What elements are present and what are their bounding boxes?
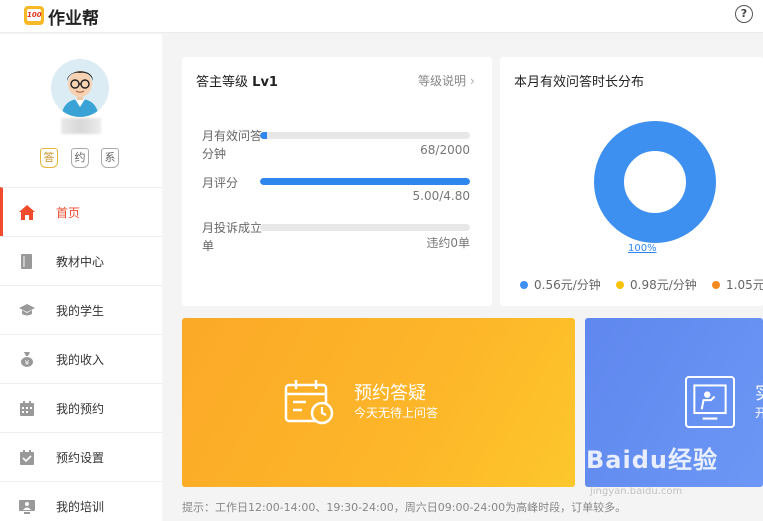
calendar-icon bbox=[20, 401, 34, 416]
level-explanation-link[interactable]: 等级说明 › bbox=[418, 72, 475, 89]
stat-rating-bar-fill bbox=[260, 178, 470, 185]
chevron-right-icon: › bbox=[470, 74, 475, 88]
graduation-cap-icon bbox=[19, 304, 35, 316]
system-badge[interactable]: 系 bbox=[101, 148, 119, 168]
sidebar-item-label: 预约设置 bbox=[56, 451, 105, 465]
book-icon bbox=[21, 254, 32, 269]
sidebar-item-appointment-settings[interactable]: 预约设置 bbox=[0, 432, 162, 481]
appointment-banner-title: 预约答疑 bbox=[354, 383, 426, 404]
appointment-banner-subtitle: 今天无待上问答 bbox=[354, 406, 439, 420]
level-title-text: 答主等级 bbox=[196, 75, 249, 90]
stat-rating-label: 月评分 bbox=[202, 176, 239, 190]
sidebar-item-training[interactable]: 我的培训 bbox=[0, 481, 162, 521]
legend-label: 0.98元/分钟 bbox=[630, 278, 697, 292]
stat-minutes-label: 月有效问答分钟 bbox=[202, 129, 263, 161]
avatar[interactable] bbox=[51, 59, 109, 117]
donut-percent-label: 100% bbox=[628, 243, 657, 254]
logo-text: 100 bbox=[27, 9, 42, 21]
appointment-banner[interactable]: 预约答疑 今天无待上问答 bbox=[182, 318, 575, 487]
app-title: 作业帮 bbox=[48, 9, 99, 29]
level-explanation-text: 等级说明 bbox=[418, 74, 467, 88]
appointment-badge[interactable]: 约 bbox=[71, 148, 89, 168]
role-badges: 答 约 系 bbox=[40, 148, 122, 170]
money-bag-icon: ¥ bbox=[21, 352, 33, 367]
live-class-banner-title: 实 bbox=[755, 379, 763, 405]
legend-label: 0.56元/分钟 bbox=[534, 278, 601, 292]
legend-item: 0.56元/分钟 bbox=[520, 276, 601, 293]
baidu-watermark-url: jingyan.baidu.com bbox=[590, 486, 683, 497]
avatar-illustration bbox=[51, 59, 109, 117]
legend-dot-icon bbox=[520, 281, 528, 289]
distribution-card: 本月有效问答时长分布 100% 0.56元/分钟 0.98元/分钟 1.05元 bbox=[500, 57, 763, 306]
donut-chart[interactable] bbox=[592, 119, 718, 245]
legend-label: 1.05元 bbox=[726, 278, 763, 292]
stat-complaints-label: 月投诉成立单 bbox=[202, 221, 263, 253]
top-bar: 100 作业帮 ? bbox=[0, 0, 763, 33]
training-icon bbox=[19, 500, 35, 514]
legend-item: 0.98元/分钟 bbox=[616, 276, 697, 293]
level-card-title: 答主等级 Lv1 bbox=[196, 71, 278, 90]
donut-legend: 0.56元/分钟 0.98元/分钟 1.05元 bbox=[520, 276, 763, 294]
stat-complaints-bar bbox=[260, 224, 470, 231]
live-class-banner-subtitle: 开 bbox=[755, 406, 763, 420]
distribution-card-title: 本月有效问答时长分布 bbox=[514, 75, 645, 90]
stat-minutes-bar-fill bbox=[260, 132, 268, 139]
donut-svg bbox=[594, 121, 716, 243]
donut-slice[interactable] bbox=[594, 121, 716, 243]
level-value: Lv1 bbox=[252, 75, 278, 90]
sidebar-item-income[interactable]: ¥ 我的收入 bbox=[0, 334, 162, 383]
stat-minutes-bar bbox=[260, 132, 470, 139]
svg-text:¥: ¥ bbox=[25, 359, 30, 367]
stat-complaints-value: 违约0单 bbox=[426, 236, 470, 250]
calendar-clock-icon bbox=[284, 380, 334, 425]
baidu-watermark: Baidu经验 bbox=[586, 446, 718, 474]
sidebar-item-label: 我的学生 bbox=[56, 304, 105, 318]
sidebar-item-label: 教材中心 bbox=[56, 255, 105, 269]
sidebar-item-label: 首页 bbox=[56, 206, 81, 220]
sidebar-item-label: 我的培训 bbox=[56, 500, 105, 514]
home-icon bbox=[19, 205, 35, 220]
sidebar-item-label: 我的预约 bbox=[56, 402, 105, 416]
peak-hours-tip: 提示：工作日12:00-14:00、19:30-24:00，周六日09:00-2… bbox=[182, 501, 627, 514]
calendar-check-icon bbox=[20, 450, 34, 465]
stat-rating-bar bbox=[260, 178, 470, 185]
app-logo[interactable]: 100 bbox=[24, 6, 44, 25]
level-card: 答主等级 Lv1 等级说明 › 月有效问答分钟 68/2000 月评分 5.00/… bbox=[182, 57, 492, 306]
sidebar-item-students[interactable]: 我的学生 bbox=[0, 285, 162, 334]
answer-badge[interactable]: 答 bbox=[40, 148, 58, 168]
question-circle-icon[interactable]: ? bbox=[735, 5, 753, 23]
stat-rating-value: 5.00/4.80 bbox=[412, 189, 470, 203]
username-blurred bbox=[61, 118, 101, 134]
sidebar-item-textbook[interactable]: 教材中心 bbox=[0, 236, 162, 285]
teacher-board-icon bbox=[685, 376, 735, 428]
legend-dot-icon bbox=[616, 281, 624, 289]
sidebar: 答 约 系 首页 教材中心 我的学生 ¥ 我的收入 我的预约 预约设置 我的培训 bbox=[0, 34, 162, 521]
stat-minutes-value: 68/2000 bbox=[420, 143, 470, 157]
sidebar-item-appointments[interactable]: 我的预约 bbox=[0, 383, 162, 432]
sidebar-item-home[interactable]: 首页 bbox=[0, 187, 162, 236]
sidebar-item-label: 我的收入 bbox=[56, 353, 105, 367]
legend-dot-icon bbox=[712, 281, 720, 289]
legend-item: 1.05元 bbox=[712, 276, 763, 293]
